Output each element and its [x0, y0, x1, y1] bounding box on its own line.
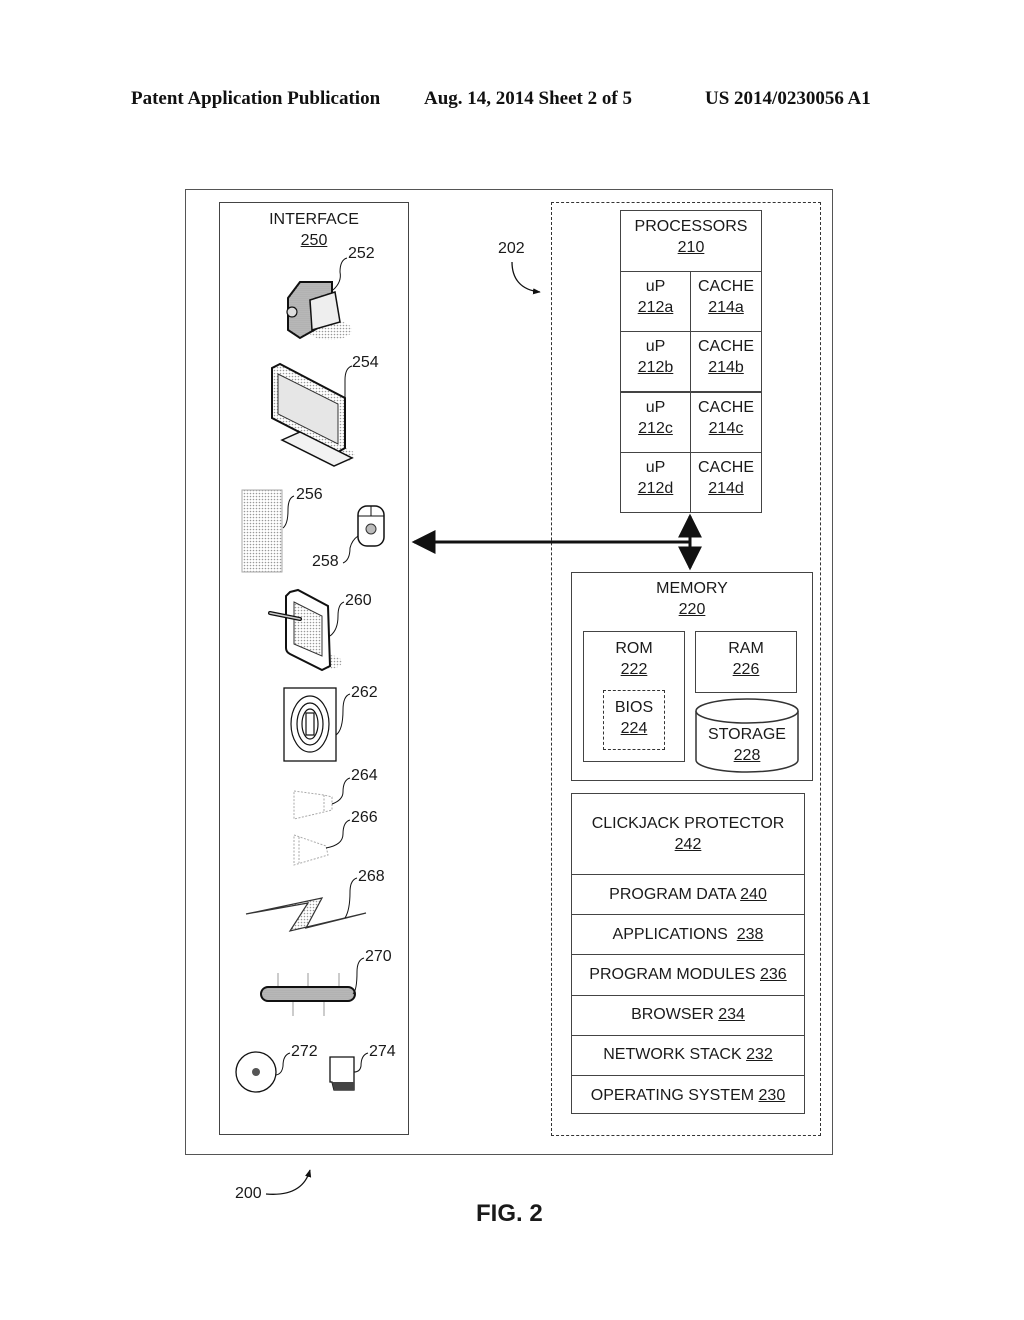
- keyboard-icon: [241, 489, 283, 573]
- device-ref-266: 266: [351, 809, 378, 826]
- fingerprint-reader-icon: [283, 687, 337, 762]
- leader-256: [282, 495, 295, 529]
- leader-270: [352, 957, 365, 995]
- device-ref-260: 260: [345, 592, 372, 609]
- microphone-icon: [293, 834, 329, 866]
- interface-devices-svg: [235, 257, 385, 1093]
- leader-272: [275, 1052, 291, 1076]
- memory-card-icon: [329, 1056, 355, 1091]
- device-ref-264: 264: [351, 767, 378, 784]
- device-ref-252: 252: [348, 245, 375, 262]
- leader-268: [344, 877, 358, 919]
- video-camera-icon: [286, 281, 352, 340]
- wireless-signal-icon: [245, 897, 367, 932]
- device-ref-270: 270: [365, 948, 392, 965]
- leader-262: [335, 693, 351, 736]
- leader-254: [344, 365, 353, 400]
- optical-disc-icon: [235, 1051, 277, 1093]
- leader-266: [325, 819, 351, 849]
- leader-260: [329, 601, 345, 637]
- device-ref-272: 272: [291, 1043, 318, 1060]
- device-ref-258: 258: [312, 553, 339, 570]
- network-bus-icon: [260, 973, 356, 1016]
- device-ref-274: 274: [369, 1043, 396, 1060]
- figure-caption: FIG. 2: [476, 1200, 543, 1227]
- monitor-icon: [271, 362, 355, 467]
- device-ref-256: 256: [296, 486, 323, 503]
- tablet-stylus-icon: [268, 588, 342, 672]
- speaker-icon: [293, 790, 333, 820]
- leader-274: [353, 1052, 369, 1073]
- device-ref-254: 254: [352, 354, 379, 371]
- leader-264: [331, 777, 351, 805]
- device-ref-268: 268: [358, 868, 385, 885]
- leader-258: [342, 535, 359, 564]
- leader-252: [332, 257, 348, 291]
- mouse-icon: [357, 505, 385, 547]
- device-ref-262: 262: [351, 684, 378, 701]
